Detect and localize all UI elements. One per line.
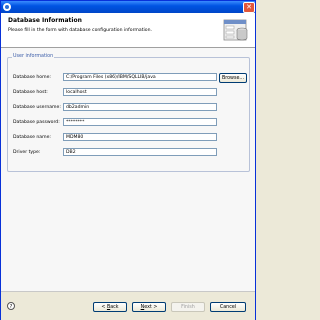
database-name-field[interactable]: MDM80 [63, 133, 217, 141]
database-username-field[interactable]: db2admin [63, 103, 217, 111]
wizard-content: User information Database home: C:/Progr… [1, 48, 255, 291]
driver-type-label: Driver type: [13, 150, 41, 155]
close-icon[interactable]: ✕ [243, 2, 255, 13]
back-button[interactable]: < Back [93, 302, 127, 312]
user-information-group: User information Database home: C:/Progr… [7, 54, 250, 172]
driver-type-field[interactable]: DB2 [63, 148, 217, 156]
title-bar[interactable]: ✕ [1, 1, 255, 13]
cancel-button[interactable]: Cancel [210, 302, 246, 312]
finish-button[interactable]: Finish [171, 302, 205, 312]
page-description: Please fill in the form with database co… [8, 28, 152, 33]
help-icon[interactable]: ? [7, 302, 15, 310]
database-home-field[interactable]: C:/Program Files (x86)/IBM/SQLLIB/java [63, 73, 217, 81]
app-icon [3, 3, 11, 11]
wizard-footer: ? < Back Next > Finish Cancel [1, 291, 255, 320]
database-username-label: Database username: [13, 105, 61, 110]
database-password-label: Database password: [13, 120, 60, 125]
next-rest: ext > [144, 305, 158, 310]
group-label: User information [12, 54, 55, 59]
database-banner-icon [223, 19, 248, 41]
wizard-header: Database Information Please fill in the … [1, 13, 255, 48]
database-password-field[interactable]: ******** [63, 118, 217, 126]
database-host-field[interactable]: localhost [63, 88, 217, 96]
database-name-label: Database name: [13, 135, 51, 140]
back-rest: ack [110, 305, 119, 310]
dialog-window: ✕ Database Information Please fill in th… [0, 0, 256, 320]
database-host-label: Database host: [13, 90, 48, 95]
page-title: Database Information [8, 17, 82, 24]
database-home-label: Database home: [13, 75, 51, 80]
browse-button[interactable]: Browse... [219, 73, 247, 83]
next-button[interactable]: Next > [132, 302, 166, 312]
